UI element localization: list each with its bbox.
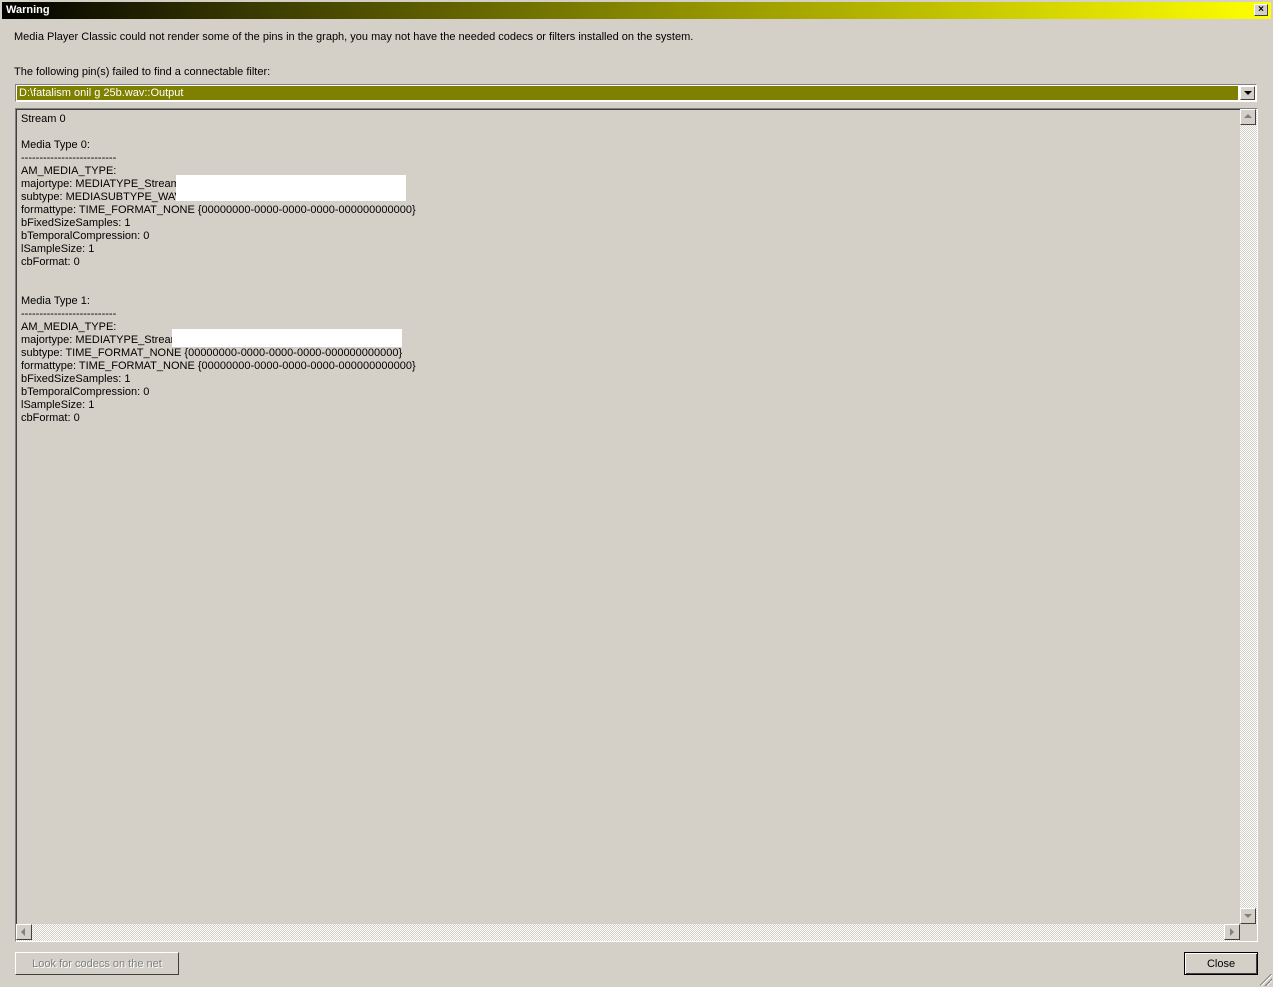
scrollbar-corner — [1240, 924, 1257, 941]
look-for-codecs-button[interactable]: Look for codecs on the net — [15, 952, 179, 975]
vertical-scrollbar[interactable] — [1240, 109, 1257, 924]
media-type-details-view[interactable]: Stream 0 Media Type 0: -----------------… — [16, 109, 1240, 924]
scroll-down-icon[interactable] — [1240, 908, 1256, 924]
failed-pins-label: The following pin(s) failed to find a co… — [14, 66, 271, 78]
scroll-up-icon[interactable] — [1240, 109, 1256, 125]
failed-pin-selected-value[interactable]: D:\fatalism onil g 25b.wav::Output — [17, 86, 1238, 100]
chevron-down-icon[interactable] — [1240, 86, 1255, 100]
title-bar[interactable]: Warning × — [2, 2, 1271, 19]
redacted-area — [176, 175, 406, 201]
media-type-details-text: Stream 0 Media Type 0: -----------------… — [21, 113, 416, 424]
media-type-details-textarea[interactable]: Stream 0 Media Type 0: -----------------… — [15, 108, 1258, 942]
scroll-left-icon[interactable] — [16, 924, 32, 940]
warning-dialog: Warning × Media Player Classic could not… — [0, 0, 1273, 987]
redacted-area — [172, 329, 402, 347]
close-button[interactable]: Close — [1184, 952, 1258, 975]
close-icon[interactable]: × — [1254, 4, 1268, 16]
warning-message: Media Player Classic could not render so… — [14, 31, 694, 43]
failed-pin-select[interactable]: D:\fatalism onil g 25b.wav::Output — [15, 84, 1257, 102]
scroll-right-icon[interactable] — [1224, 924, 1240, 940]
window-title: Warning — [6, 4, 50, 16]
resize-grip-icon[interactable] — [1260, 974, 1272, 986]
horizontal-scrollbar[interactable] — [16, 924, 1240, 941]
